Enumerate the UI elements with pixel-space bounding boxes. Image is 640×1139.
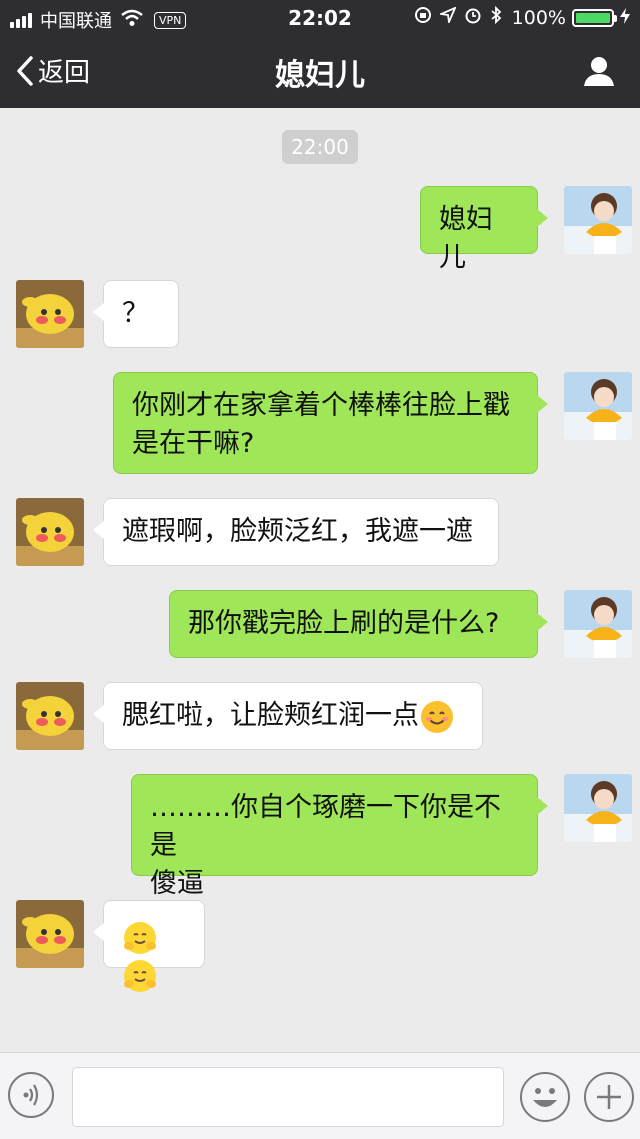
hugging-face-emoji: [124, 921, 156, 954]
message-text: ？: [122, 298, 149, 329]
message-bubble-sent[interactable]: 媳妇儿: [420, 186, 548, 273]
my-avatar[interactable]: [564, 372, 632, 440]
message-text: 遮瑕啊，脸颊泛红，我遮一遮: [122, 516, 473, 547]
orientation-lock-icon: [414, 6, 432, 29]
more-button[interactable]: [584, 1072, 634, 1122]
message-text-line: 是在干嘛?: [132, 428, 255, 459]
chat-title: 媳妇儿: [275, 58, 365, 93]
contact-avatar[interactable]: [16, 682, 84, 750]
top-bar: 中国联通 VPN 22:02 100% 返回 媳妇儿: [0, 0, 640, 108]
contact-avatar[interactable]: [16, 280, 84, 348]
my-avatar[interactable]: [564, 186, 632, 254]
message-bubble-sent[interactable]: 那你戳完脸上刷的是什么?: [169, 590, 548, 658]
bluetooth-icon: [490, 5, 502, 29]
contact-avatar[interactable]: [16, 498, 84, 566]
message-text: 媳妇儿: [439, 204, 493, 273]
message-text-line: 傻逼: [150, 868, 204, 899]
message-bubble-received[interactable]: 腮红啦，让脸颊红润一点: [93, 682, 483, 750]
emoji-icon: [533, 1088, 557, 1107]
input-bar: [0, 1052, 640, 1139]
message-text: 那你戳完脸上刷的是什么?: [188, 608, 500, 639]
my-avatar[interactable]: [564, 774, 632, 842]
voice-button[interactable]: [8, 1072, 54, 1118]
message-timestamp: 22:00: [282, 130, 358, 164]
message-bubble-received[interactable]: [93, 900, 205, 992]
hugging-face-emoji: [124, 959, 156, 992]
message-bubble-sent[interactable]: ………你自个琢磨一下你是不是 傻逼: [131, 774, 548, 899]
smiling-face-emoji: [421, 700, 453, 733]
message-text: 腮红啦，让脸颊红润一点: [122, 700, 419, 731]
message-text-line: ………你自个琢磨一下你是不是: [150, 792, 501, 861]
voice-icon: [23, 1084, 39, 1106]
plus-icon: [597, 1085, 621, 1109]
contact-avatar[interactable]: [16, 900, 84, 968]
status-bar: 中国联通 VPN 22:02 100%: [0, 0, 640, 36]
battery-percent: 100%: [511, 6, 566, 29]
nav-bar: 返回 媳妇儿: [0, 36, 640, 108]
emoji-button[interactable]: [520, 1072, 570, 1122]
location-icon: [437, 6, 457, 28]
message-bubble-sent[interactable]: 你刚才在家拿着个棒棒往脸上戳 是在干嘛?: [113, 372, 548, 474]
person-icon: [584, 57, 614, 86]
message-bubble-received[interactable]: ？: [93, 280, 179, 348]
battery-icon: [572, 8, 617, 27]
message-input[interactable]: [72, 1067, 504, 1127]
my-avatar[interactable]: [564, 590, 632, 658]
alarm-icon: [464, 6, 482, 29]
message-bubble-received[interactable]: 遮瑕啊，脸颊泛红，我遮一遮: [93, 498, 499, 566]
charging-icon: [620, 7, 630, 28]
message-text-line: 你刚才在家拿着个棒棒往脸上戳: [132, 390, 510, 421]
profile-button[interactable]: [582, 54, 616, 92]
